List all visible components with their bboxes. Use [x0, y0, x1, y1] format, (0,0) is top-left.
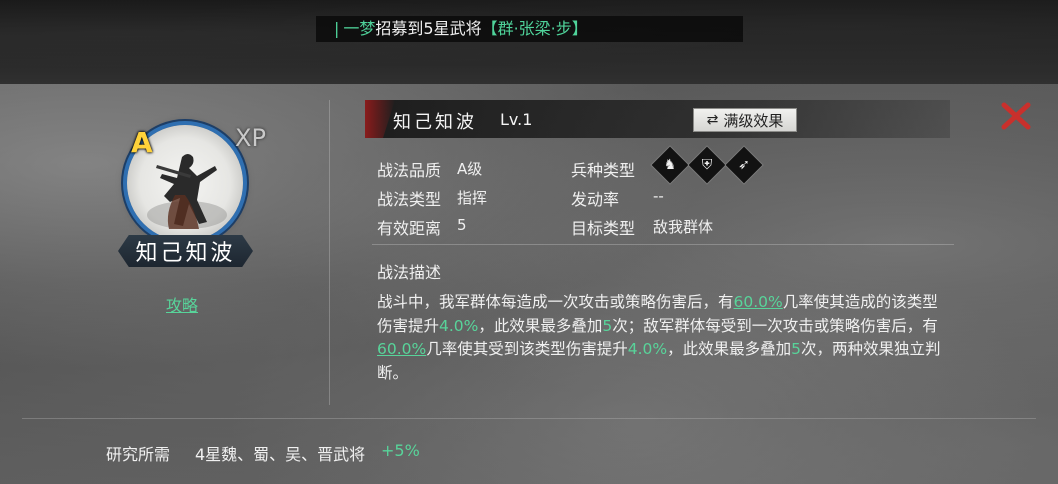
desc-value: 4.0% [627, 340, 668, 358]
target-type-value: 敌我群体 [653, 218, 714, 236]
max-effect-label: 满级效果 [723, 111, 784, 130]
info-divider [372, 244, 954, 245]
trigger-rate-label: 发动率 [571, 190, 620, 209]
desc-text: 几率使其受到该类型伤害提升 [426, 340, 628, 358]
desc-value: 5 [602, 316, 613, 335]
grade-badge: A [131, 126, 153, 159]
type-value: 指挥 [457, 189, 488, 207]
desc-value[interactable]: 60.0% [377, 340, 426, 358]
top-banner [0, 0, 1058, 84]
recruit-notice: | 一梦招募到5星武将【群·张梁·步】 [316, 16, 743, 42]
desc-text: ，此效果最多叠加 [667, 340, 792, 358]
skill-name-plate: 知己知波 [118, 235, 253, 267]
desc-text: 次；敌军群体每受到一次攻击或策略伤害后，有 [612, 316, 938, 335]
research-label: 研究所需 [106, 445, 171, 464]
close-button[interactable] [999, 101, 1033, 131]
bow-icon: ➶ [725, 146, 763, 184]
quality-label: 战法品质 [377, 161, 442, 180]
skill-description: 战斗中，我军群体每造成一次攻击或策略伤害后，有60.0%几率使其造成的该类型伤害… [377, 291, 953, 385]
troop-type-label: 兵种类型 [571, 161, 636, 180]
notice-text: 招募到5星武将 [375, 19, 482, 38]
desc-text: ，此效果最多叠加 [478, 316, 603, 335]
strategy-link[interactable]: 攻略 [166, 292, 198, 316]
range-value: 5 [457, 216, 467, 234]
swap-icon: ⇄ [706, 112, 719, 128]
max-effect-button[interactable]: ⇄ 满级效果 [693, 108, 797, 132]
xp-label: XP [235, 124, 266, 152]
research-bonus: +5% [381, 441, 420, 460]
desc-value: 5 [791, 340, 802, 358]
description-title: 战法描述 [377, 263, 442, 282]
trigger-rate-value: -- [653, 187, 664, 205]
range-label: 有效距离 [377, 219, 442, 238]
desc-value[interactable]: 60.0% [734, 293, 783, 311]
close-icon [1001, 102, 1031, 130]
desc-text: 战斗中，我军群体每造成一次攻击或策略伤害后，有 [377, 293, 734, 311]
quality-value: A级 [457, 160, 483, 178]
target-type-label: 目标类型 [571, 219, 636, 238]
research-value: 4星魏、蜀、吴、晋武将 [195, 445, 366, 464]
shield-icon: ⛨ [688, 146, 726, 184]
type-label: 战法类型 [377, 190, 442, 209]
bottom-divider [22, 418, 1036, 419]
cavalry-icon: ♞ [651, 146, 689, 184]
skill-title: 知己知波 [393, 112, 477, 133]
skill-level: Lv.1 [500, 110, 533, 129]
notice-hero: 【群·张梁·步】 [481, 19, 588, 38]
notice-bar: | [334, 19, 340, 38]
vertical-divider [329, 100, 330, 405]
notice-player: 一梦 [343, 19, 376, 38]
desc-value: 4.0% [439, 316, 479, 335]
